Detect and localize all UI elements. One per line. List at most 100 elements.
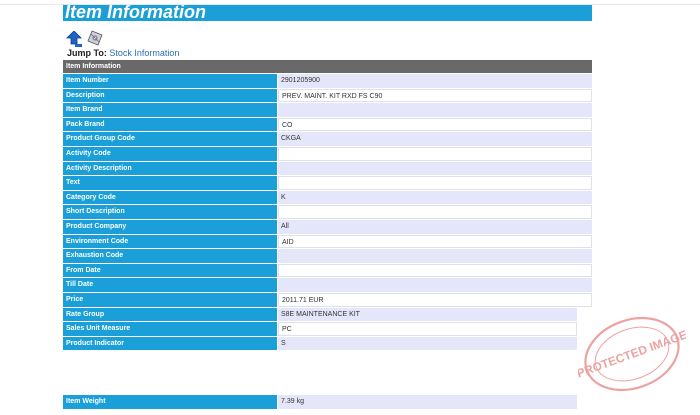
- row-label: Exhaustion Code: [66, 252, 124, 260]
- row-label: Category Code: [66, 193, 116, 201]
- row-label: Item Brand: [66, 106, 103, 114]
- row-value-cell: [278, 205, 592, 219]
- row-label-cell: Rate Group: [63, 307, 277, 322]
- row-label: Till Date: [66, 281, 94, 289]
- row-label: Activity Code: [66, 150, 111, 157]
- row-label-cell: Product Indicator: [63, 336, 277, 351]
- row-label: From Date: [66, 266, 101, 274]
- row-value: 2011.71 EUR: [282, 297, 324, 304]
- table-row: Text: [63, 176, 592, 191]
- row-value-cell: [278, 161, 592, 176]
- row-value: CKGA: [281, 135, 301, 143]
- row-label: Product Group Code: [66, 135, 135, 143]
- table-row: Product Company All: [63, 220, 592, 235]
- row-label-cell: Exhaustion Code: [63, 249, 277, 263]
- row-label-cell: Till Date: [63, 278, 277, 292]
- table-row: Price 2011.71 EUR: [63, 293, 592, 308]
- table-row: Activity Code: [63, 147, 592, 162]
- row-value-cell: PC: [278, 322, 577, 336]
- row-value-cell: S8E MAINTENANCE KIT: [278, 307, 577, 322]
- page-title-bar: Item Information: [63, 5, 592, 21]
- row-label: Short Description: [66, 208, 125, 216]
- table-row: Activity Description: [63, 161, 592, 177]
- table-row: Pack Brand CO: [63, 117, 592, 133]
- gears-icon[interactable]: [86, 29, 104, 47]
- jump-to-label: Jump To:: [67, 48, 107, 58]
- row-value-cell: CKGA: [278, 132, 592, 146]
- row-value-cell: [278, 263, 592, 278]
- row-label: Product Company: [66, 223, 127, 230]
- row-value-cell: S: [278, 336, 577, 351]
- row-value: All: [281, 223, 289, 230]
- row-label-cell: Price: [63, 293, 277, 307]
- row-value-cell: PREV. MAINT. KIT RXD FS C90: [278, 88, 592, 103]
- row-value-cell: 7.39 kg: [278, 395, 577, 409]
- table-row: Exhaustion Code: [63, 249, 592, 264]
- row-value: 2901205900: [281, 77, 320, 84]
- table-row: Product Group Code CKGA: [63, 132, 592, 147]
- row-value: 7.39 kg: [281, 398, 304, 405]
- row-value-cell: [278, 249, 592, 263]
- row-label-cell: Description: [63, 88, 277, 103]
- table-header: Item Information: [63, 60, 592, 73]
- row-label-cell: Item Brand: [63, 103, 277, 117]
- row-value-cell: K: [278, 190, 592, 205]
- row-label: Price: [66, 296, 84, 303]
- table-row: Sales Unit Measure PC: [63, 322, 592, 337]
- table-row: Item Number 2901205900: [63, 74, 592, 89]
- row-label-cell: Sales Unit Measure: [63, 322, 277, 336]
- row-label: Product Indicator: [66, 339, 124, 347]
- jump-to: Jump To: Stock Information: [67, 48, 179, 58]
- row-label: Item Weight: [66, 398, 106, 405]
- row-label: Pack Brand: [66, 120, 105, 128]
- row-label-cell: Activity Code: [63, 147, 277, 161]
- page-title: Item Information: [65, 5, 207, 21]
- row-value: PC: [282, 326, 292, 334]
- row-label-cell: Category Code: [63, 190, 277, 205]
- row-value-cell: All: [278, 220, 592, 234]
- table-row: Rate Group S8E MAINTENANCE KIT: [63, 307, 592, 323]
- row-label: Rate Group: [66, 310, 105, 318]
- table-row: Item Weight 7.39 kg: [63, 395, 592, 410]
- table-row: Till Date: [63, 278, 592, 293]
- table-row: Item Brand: [63, 103, 592, 118]
- table-row: Description PREV. MAINT. KIT RXD FS C90: [63, 88, 592, 104]
- row-label: Text: [66, 179, 80, 187]
- row-label-cell: Pack Brand: [63, 117, 277, 132]
- row-value-cell: [278, 278, 592, 292]
- row-label: Activity Description: [66, 164, 132, 172]
- row-value: PREV. MAINT. KIT RXD FS C90: [282, 92, 383, 100]
- row-label: Environment Code: [66, 237, 129, 245]
- protected-image-stamp: PROTECTED IMAGE: [578, 316, 686, 392]
- row-label-cell: Item Weight: [63, 395, 277, 409]
- row-label-cell: Activity Description: [63, 161, 277, 176]
- row-label-cell: From Date: [63, 263, 277, 278]
- table-row: Product Indicator S: [63, 336, 592, 352]
- row-value-cell: [278, 147, 592, 161]
- row-value-cell: [278, 176, 592, 190]
- table-header-label: Item Information: [66, 63, 121, 70]
- row-label: Item Number: [66, 77, 109, 84]
- row-value: AID: [282, 238, 294, 246]
- row-value-cell: [278, 103, 592, 117]
- row-value-cell: 2011.71 EUR: [278, 293, 592, 307]
- arrow-up-icon[interactable]: [66, 31, 82, 47]
- row-value: K: [281, 193, 286, 201]
- row-value-cell: CO: [278, 117, 592, 132]
- stamp-text: PROTECTED IMAGE: [578, 327, 686, 380]
- table-row: Category Code K: [63, 190, 592, 206]
- stock-information-link[interactable]: Stock Information: [109, 48, 179, 58]
- row-label-cell: Product Company: [63, 220, 277, 234]
- row-label-cell: Product Group Code: [63, 132, 277, 146]
- row-value-cell: 2901205900: [278, 74, 592, 88]
- row-label-cell: Short Description: [63, 205, 277, 219]
- row-label: Description: [66, 91, 105, 99]
- table-row: Environment Code AID: [63, 234, 592, 250]
- row-value: CO: [282, 121, 293, 129]
- row-label-cell: Environment Code: [63, 234, 277, 249]
- row-value: S: [281, 339, 286, 347]
- row-value-cell: AID: [278, 234, 592, 249]
- row-label: Sales Unit Measure: [66, 325, 131, 333]
- table-row: From Date: [63, 263, 592, 279]
- row-label-cell: Text: [63, 176, 277, 190]
